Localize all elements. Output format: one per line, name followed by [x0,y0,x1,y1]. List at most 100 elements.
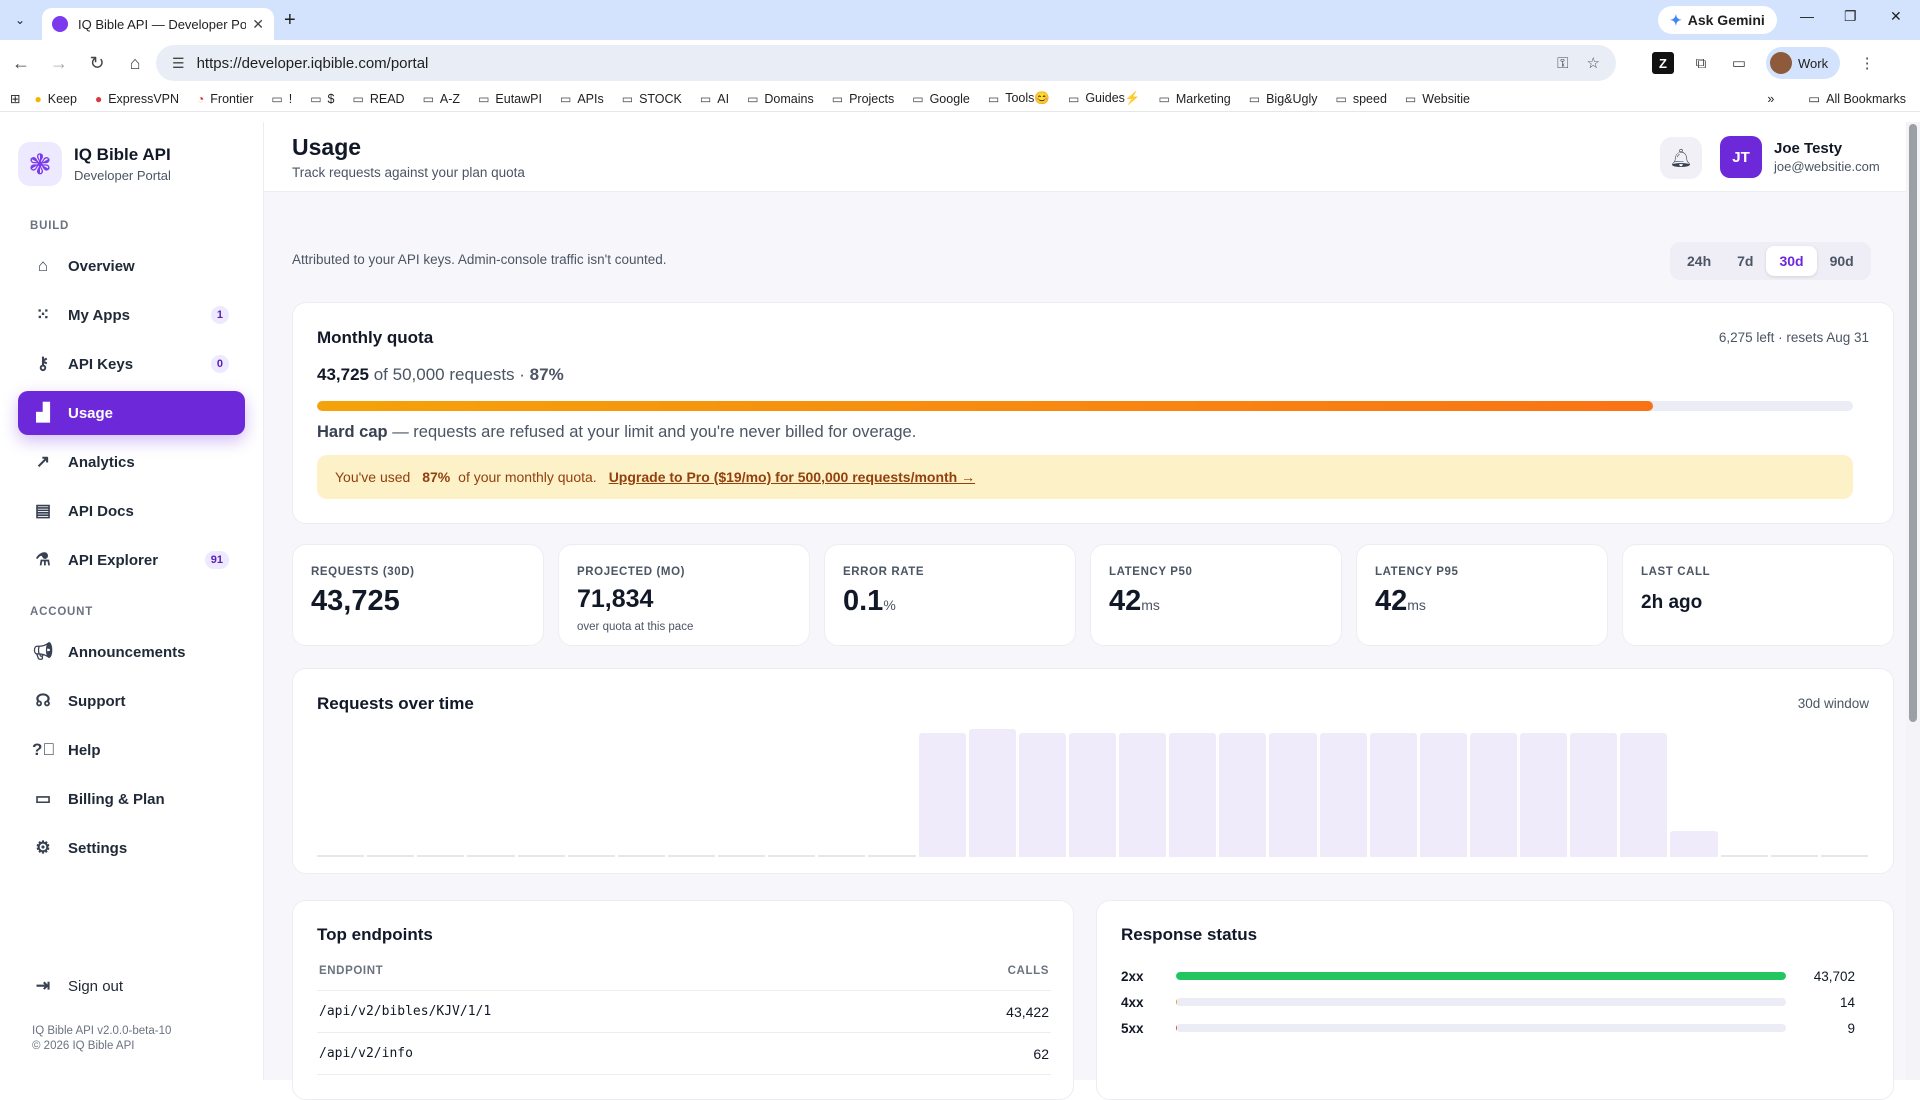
bookmark-item[interactable]: ●ExpressVPN [95,92,179,106]
bookmark-item[interactable]: ◔Frontier [197,92,253,106]
bookmark-folder[interactable]: ▭STOCK [622,92,682,106]
sidebar-item-billing[interactable]: ▭Billing & Plan [18,777,245,821]
upgrade-link[interactable]: Upgrade to Pro ($19/mo) for 500,000 requ… [609,469,975,485]
range-7d-button[interactable]: 7d [1724,246,1766,276]
bookmark-folder[interactable]: ▭Guides⚡ [1068,91,1141,106]
tab-title: IQ Bible API — Developer Porta [78,17,246,32]
bookmarks-overflow-icon[interactable]: » [1767,92,1774,106]
bookmark-star-icon[interactable]: ☆ [1587,54,1600,72]
bookmark-folder[interactable]: ▭AI [700,92,729,106]
sign-out-button[interactable]: ⇥Sign out [18,964,245,1008]
new-tab-icon[interactable]: + [284,9,296,32]
brand[interactable]: ❃ IQ Bible API Developer Portal [18,142,171,186]
scrollbar-thumb[interactable] [1909,124,1917,722]
column-header-calls: CALLS [1008,965,1049,990]
bookmark-folder[interactable]: ▭ EutawPI [478,92,542,106]
notifications-bell-icon[interactable]: 🔔︎ [1660,137,1702,179]
user-name: Joe Testy [1774,140,1842,157]
bookmark-folder[interactable]: ▭Domains [747,92,814,106]
bookmark-label: EutawPI [495,92,542,106]
sidebar-item-announcements[interactable]: 📢︎Announcements [18,630,245,674]
column-header-endpoint: ENDPOINT [319,965,383,990]
sidebar-item-overview[interactable]: ⌂Overview [18,244,245,288]
sidebar-item-my-apps[interactable]: ⁙My Apps 1 [18,293,245,337]
bookmark-folder[interactable]: ▭Tools😊 [988,91,1050,106]
bookmark-folder[interactable]: ▭Big&Ugly [1249,92,1318,106]
minimize-icon[interactable]: — [1800,8,1814,24]
endpoints-table-header: ENDPOINT CALLS [317,965,1051,991]
bookmark-folder[interactable]: ▭READ [353,92,405,106]
ask-gemini-button[interactable]: ✦Ask Gemini [1658,6,1777,34]
bookmark-folder[interactable]: ▭speed [1336,92,1387,106]
stat-value: 2h ago [1641,592,1702,614]
browser-menu-icon[interactable]: ⋮ [1856,52,1878,74]
site-info-icon[interactable]: ☰ [172,55,185,72]
bookmark-folder[interactable]: ▭$ [310,92,334,106]
expressvpn-icon: ● [95,92,102,106]
folder-icon: ▭ [478,92,489,106]
stat-label: LATENCY P95 [1375,566,1459,578]
sidebar-item-support[interactable]: ☊Support [18,679,245,723]
tab-search-icon[interactable]: ⌄ [6,6,34,34]
reload-icon[interactable]: ↻ [80,46,114,80]
user-avatar[interactable]: JT [1720,136,1762,178]
close-window-icon[interactable]: ✕ [1890,8,1902,25]
range-30d-button[interactable]: 30d [1766,246,1816,276]
folder-icon: ▭ [1405,92,1416,106]
sidebar-item-api-explorer[interactable]: ⚗API Explorer 91 [18,538,245,582]
sidebar-item-settings[interactable]: ⚙Settings [18,826,245,870]
password-key-icon[interactable]: ⚿ [1557,55,1568,72]
cast-icon[interactable]: ▭ [1728,52,1750,74]
quota-title: Monthly quota [317,328,433,348]
status-bar-fill [1176,972,1786,980]
apps-grid-icon[interactable]: ⊞ [10,91,20,106]
close-tab-icon[interactable]: ✕ [252,16,264,33]
extensions-puzzle-icon[interactable]: ⧉ [1690,52,1712,74]
z-extension-icon[interactable]: Z [1652,52,1674,74]
range-24h-button[interactable]: 24h [1674,246,1724,276]
profile-label: Work [1798,56,1828,71]
bookmark-item[interactable]: ●Keep [34,92,76,106]
all-bookmarks-link[interactable]: All Bookmarks [1826,92,1906,106]
sidebar-item-label: API Docs [68,503,134,520]
chart-title: Requests over time [317,694,474,714]
count-badge: 0 [211,355,229,373]
address-bar[interactable]: ☰ https://developer.iqbible.com/portal ⚿… [156,45,1616,81]
bookmark-folder[interactable]: ▭Projects [832,92,895,106]
sidebar-item-api-keys[interactable]: ⚷API Keys 0 [18,342,245,386]
bookmark-folder[interactable]: ▭APIs [560,92,604,106]
bookmark-label: STOCK [639,92,682,106]
folder-icon: ▭ [1068,92,1079,106]
restore-icon[interactable]: ❐ [1844,8,1857,25]
chart-bar [1320,733,1367,857]
bookmark-folder[interactable]: ▭Marketing [1159,92,1231,106]
url-text[interactable]: https://developer.iqbible.com/portal [197,55,1540,72]
stat-value: 42ms [1109,585,1160,618]
chart-bar [568,855,615,857]
profile-button[interactable]: Work [1766,47,1840,79]
bookmark-folder[interactable]: ▭A-Z [423,92,460,106]
browser-tabstrip: ⌄ IQ Bible API — Developer Porta ✕ + ✦As… [0,0,1920,40]
chart-bar [618,855,665,857]
back-icon[interactable]: ← [4,46,38,80]
bookmark-label: Keep [48,92,77,106]
sidebar-item-api-docs[interactable]: ▤API Docs [18,489,245,533]
browser-tab[interactable]: IQ Bible API — Developer Porta ✕ [42,8,274,40]
home-button-icon[interactable]: ⌂ [118,46,152,80]
chart-icon: ▟ [32,403,54,423]
forward-icon[interactable]: → [42,46,76,80]
bookmark-folder[interactable]: ▭Google [912,92,970,106]
range-90d-button[interactable]: 90d [1817,246,1867,276]
table-row[interactable]: /api/v2/info 62 [317,1033,1051,1075]
folder-icon: ▭ [1336,92,1347,106]
bookmark-folder[interactable]: ▭Websitie [1405,92,1470,106]
page-scrollbar[interactable] [1906,122,1920,1080]
bookmark-folder[interactable]: ▭! [271,92,292,106]
chart-bar [768,855,815,857]
sidebar-item-help[interactable]: ?⃝Help [18,728,245,772]
bookmark-label: $ [328,92,335,106]
sidebar-item-usage[interactable]: ▟Usage [18,391,245,435]
sidebar-item-analytics[interactable]: ↗Analytics [18,440,245,484]
table-row[interactable]: /api/v2/bibles/KJV/1/1 43,422 [317,991,1051,1033]
chart-bar [818,855,865,857]
